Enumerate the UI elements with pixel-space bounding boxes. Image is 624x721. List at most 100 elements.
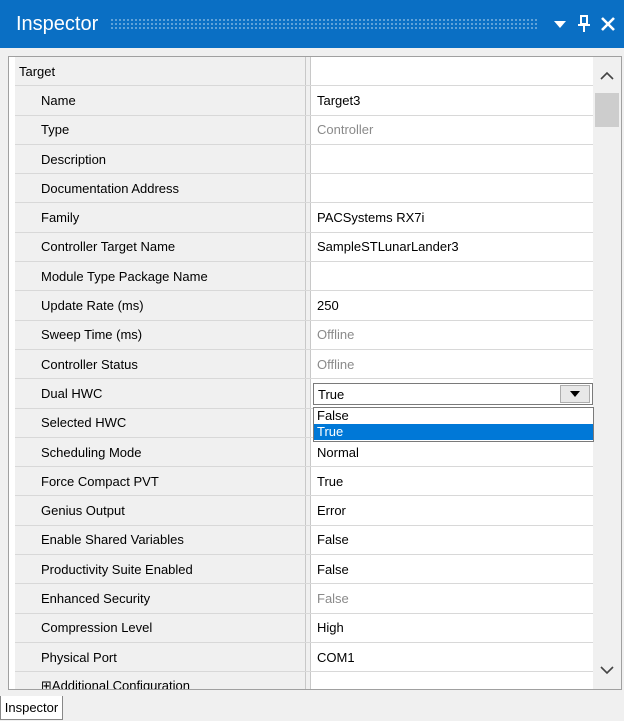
column-splitter[interactable] xyxy=(305,437,311,467)
dropdown-arrow-icon[interactable] xyxy=(548,9,572,39)
property-name: Module Type Package Name xyxy=(15,262,305,291)
column-splitter[interactable] xyxy=(305,349,311,379)
column-splitter[interactable] xyxy=(305,291,311,320)
column-splitter[interactable] xyxy=(305,584,311,613)
column-splitter[interactable] xyxy=(305,525,311,555)
property-name: Documentation Address xyxy=(15,174,305,203)
column-splitter[interactable] xyxy=(305,203,311,232)
property-row-force-compact-pvt[interactable]: Force Compact PVT True xyxy=(15,467,593,497)
property-row-compression-level[interactable]: Compression Level High xyxy=(15,613,593,643)
titlebar-grip[interactable] xyxy=(110,18,538,30)
scrollbar-thumb[interactable] xyxy=(595,93,619,127)
property-value[interactable] xyxy=(313,174,593,202)
property-value[interactable]: COM1 xyxy=(313,643,593,671)
property-name: Enhanced Security xyxy=(15,584,305,613)
close-icon[interactable] xyxy=(596,9,620,39)
property-name: Controller Status xyxy=(15,349,305,379)
property-name: Force Compact PVT xyxy=(15,467,305,496)
property-value[interactable]: Normal xyxy=(313,438,593,466)
column-splitter[interactable] xyxy=(305,496,311,525)
property-value[interactable]: Error xyxy=(313,496,593,524)
property-value: False xyxy=(317,590,349,606)
property-name: Physical Port xyxy=(15,642,305,672)
property-name: Type xyxy=(15,115,305,144)
property-value[interactable] xyxy=(313,262,593,290)
property-row-update-rate-ms[interactable]: Update Rate (ms) 250 xyxy=(15,291,593,321)
property-name: Name xyxy=(15,86,305,115)
dropdown-option-true[interactable]: True xyxy=(314,424,593,440)
column-splitter[interactable] xyxy=(305,262,311,291)
property-name: Update Rate (ms) xyxy=(15,291,305,320)
window-title: Inspector xyxy=(16,12,99,35)
property-row-enable-shared-variables[interactable]: Enable Shared Variables False xyxy=(15,525,593,556)
property-row-scheduling-mode[interactable]: Scheduling Mode Normal xyxy=(15,437,593,468)
column-splitter[interactable] xyxy=(305,86,311,115)
property-row-documentation-address[interactable]: Documentation Address xyxy=(15,174,593,204)
category-label: Target xyxy=(15,57,305,86)
property-name: Family xyxy=(15,203,305,232)
property-row-physical-port[interactable]: Physical Port COM1 xyxy=(15,642,593,673)
property-row-enhanced-security[interactable]: Enhanced Security False xyxy=(15,584,593,614)
property-name: Genius Output xyxy=(15,496,305,525)
column-splitter[interactable] xyxy=(305,174,311,203)
column-splitter[interactable] xyxy=(305,672,311,689)
dropdown-option-false[interactable]: False xyxy=(314,408,593,424)
column-splitter[interactable] xyxy=(305,555,311,584)
column-splitter[interactable] xyxy=(305,467,311,496)
column-splitter[interactable] xyxy=(305,379,311,408)
column-splitter[interactable] xyxy=(305,115,311,144)
property-row-module-type-package-name[interactable]: Module Type Package Name xyxy=(15,262,593,292)
property-value[interactable]: False xyxy=(313,555,593,583)
property-grid[interactable]: Target Name Target3 Type Controller Descript… xyxy=(8,56,622,690)
property-name: Selected HWC xyxy=(15,408,305,437)
property-row-family[interactable]: Family PACSystems RX7i xyxy=(15,203,593,233)
property-name: Sweep Time (ms) xyxy=(15,320,305,349)
column-splitter[interactable] xyxy=(305,642,311,672)
property-row-dual-hwc[interactable]: Dual HWC True xyxy=(15,379,593,409)
property-value[interactable]: Target3 xyxy=(313,86,593,114)
property-name: Productivity Suite Enabled xyxy=(15,555,305,584)
property-name: Enable Shared Variables xyxy=(15,525,305,555)
dual-hwc-combo[interactable]: True xyxy=(313,383,593,406)
property-value: Controller xyxy=(317,122,374,138)
property-value: Offline xyxy=(317,327,355,343)
property-name: Compression Level xyxy=(15,613,305,642)
property-grid-rows: Target Name Target3 Type Controller Descript… xyxy=(15,57,593,689)
property-name: Controller Target Name xyxy=(15,232,305,262)
chevron-down-icon xyxy=(570,391,580,398)
column-splitter[interactable] xyxy=(305,144,311,174)
property-row-productivity-suite-enabled[interactable]: Productivity Suite Enabled False xyxy=(15,555,593,585)
scroll-down-icon[interactable] xyxy=(593,657,621,683)
column-splitter[interactable] xyxy=(305,613,311,642)
property-value[interactable]: PACSystems RX7i xyxy=(313,203,593,231)
property-value[interactable] xyxy=(313,672,593,689)
property-row-controller-target-name[interactable]: Controller Target Name SampleSTLunarLande… xyxy=(15,232,593,263)
property-name: Dual HWC xyxy=(15,379,305,408)
property-row-type[interactable]: Type Controller xyxy=(15,115,593,145)
column-splitter[interactable] xyxy=(305,320,311,349)
property-value[interactable] xyxy=(313,145,593,173)
column-splitter[interactable] xyxy=(305,232,311,262)
combo-value: True xyxy=(318,386,345,402)
inspector-titlebar: Inspector xyxy=(0,0,624,48)
property-value[interactable]: SampleSTLunarLander3 xyxy=(313,233,593,261)
property-row-description[interactable]: Description xyxy=(15,144,593,175)
property-row-controller-status[interactable]: Controller Status Offline xyxy=(15,349,593,380)
property-row-genius-output[interactable]: Genius Output Error xyxy=(15,496,593,526)
property-row-name[interactable]: Name Target3 xyxy=(15,86,593,116)
property-value[interactable]: False xyxy=(313,526,593,554)
property-row-sweep-time-ms[interactable]: Sweep Time (ms) Offline xyxy=(15,320,593,350)
property-value[interactable]: 250 xyxy=(313,291,593,319)
combo-dropdown-button[interactable] xyxy=(560,385,590,404)
category-row[interactable]: Target xyxy=(15,57,593,87)
dual-hwc-dropdown-list[interactable]: False True xyxy=(313,407,594,442)
property-row-additional-configuration[interactable]: ⊞Additional Configuration xyxy=(15,672,593,689)
property-value[interactable]: True xyxy=(313,467,593,495)
property-value[interactable]: High xyxy=(313,614,593,642)
scroll-up-icon[interactable] xyxy=(593,63,621,89)
tab-inspector[interactable]: Inspector xyxy=(0,696,63,720)
pin-icon[interactable] xyxy=(572,9,596,39)
vertical-scrollbar[interactable] xyxy=(593,57,621,689)
column-splitter[interactable] xyxy=(305,408,311,437)
property-name: Description xyxy=(15,144,305,174)
